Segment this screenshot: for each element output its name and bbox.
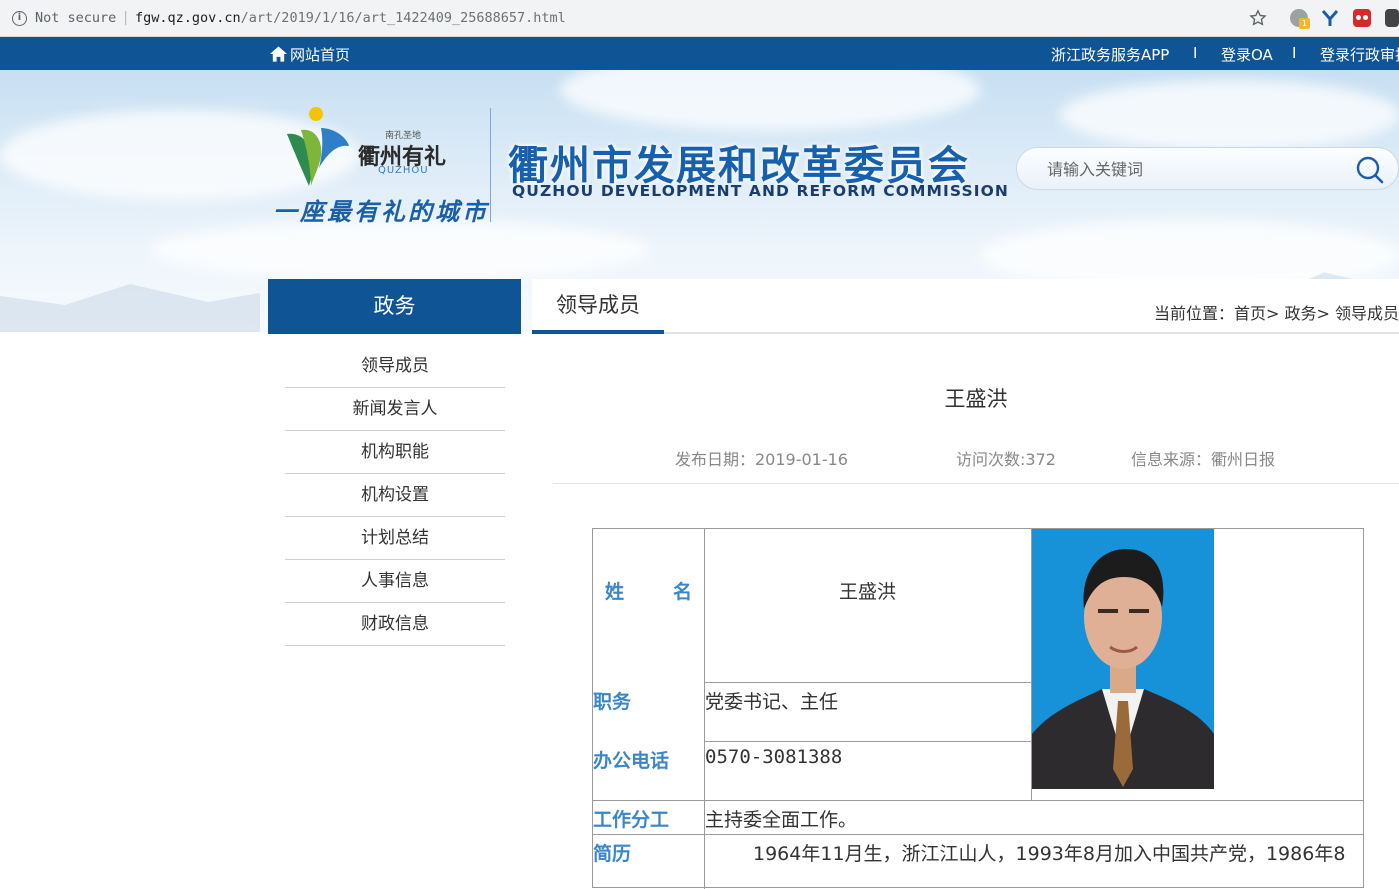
sidebar-menu: 领导成员 新闻发言人 机构职能 机构设置 计划总结 人事信息 财政信息 (285, 345, 505, 646)
phone-label: 办公电话 (593, 750, 670, 772)
article-meta: 发布日期：2019-01-16 访问次数:372 信息来源：衢州日报 (553, 446, 1399, 484)
extension-badge: 1 (1299, 18, 1310, 29)
sidebar-item-plans[interactable]: 计划总结 (285, 517, 505, 560)
logo-english: QUZHOU (378, 165, 429, 176)
top-navigation: 网站首页 浙江政务服务APP I 登录OA I 登录行政审批 (0, 37, 1399, 70)
address-separator: | (123, 10, 128, 26)
info-icon[interactable]: i (12, 10, 27, 26)
app-link[interactable]: 浙江政务服务APP (1051, 44, 1169, 65)
portrait-photo (1032, 529, 1214, 789)
home-link[interactable]: 网站首页 (290, 44, 350, 65)
name-value: 王盛洪 (838, 581, 896, 603)
bio-label: 简历 (593, 843, 632, 865)
nav-divider: I (1193, 44, 1198, 62)
search-icon[interactable] (1355, 155, 1385, 185)
profile-table: 姓 名 王盛洪 职务 党委书记、主任 办公电话 0570-3081388 工作分… (592, 528, 1364, 889)
sidebar-item-spokesperson[interactable]: 新闻发言人 (285, 388, 505, 431)
name-label-first: 姓 (605, 581, 625, 603)
dark-extension-icon[interactable] (1385, 9, 1399, 27)
city-slogan: 一座最有礼的城市 (273, 197, 489, 226)
bookmark-star-icon[interactable] (1249, 9, 1267, 27)
bio-value: 1964年11月生，浙江江山人，1993年8月加入中国共产党，1986年8 (753, 843, 1346, 865)
sidebar-item-finance[interactable]: 财政信息 (285, 603, 505, 646)
visit-count: 访问次数:372 (956, 450, 1056, 469)
search-input[interactable] (1047, 158, 1337, 180)
address-bar[interactable]: i Not secure | fgw.qz.gov.cn/art/2019/1/… (6, 5, 1276, 31)
article-title: 王盛洪 (944, 387, 1008, 411)
duty-label: 工作分工 (593, 809, 670, 831)
name-label-second: 名 (673, 581, 693, 603)
breadcrumb: 当前位置：首页> 政务> 领导成员 (1154, 304, 1399, 323)
post-label: 职务 (593, 691, 632, 713)
oa-login-link[interactable]: 登录OA (1221, 44, 1273, 65)
sidebar-item-personnel[interactable]: 人事信息 (285, 560, 505, 603)
sidebar-item-structure[interactable]: 机构设置 (285, 474, 505, 517)
url-path: /art/2019/1/16/art_1422409_25688657.html (240, 10, 566, 26)
sidebar-item-functions[interactable]: 机构职能 (285, 431, 505, 474)
security-status: Not secure (35, 10, 117, 26)
site-title-english: QUZHOU DEVELOPMENT AND REFORM COMMISSION (512, 182, 1009, 200)
extension-icon[interactable]: 1 (1290, 9, 1310, 29)
post-value: 党委书记、主任 (705, 691, 839, 713)
tab-leaders[interactable]: 领导成员 (532, 279, 664, 334)
logo-divider (490, 108, 491, 222)
search-box (1016, 147, 1399, 190)
y-extension-icon[interactable] (1322, 9, 1338, 27)
admin-login-link[interactable]: 登录行政审批 (1320, 44, 1399, 65)
red-extension-icon[interactable] (1353, 9, 1371, 27)
browser-toolbar: i Not secure | fgw.qz.gov.cn/art/2019/1/… (0, 0, 1399, 37)
url-host: fgw.qz.gov.cn (135, 10, 241, 26)
home-icon[interactable] (269, 45, 288, 63)
phone-value: 0570-3081388 (705, 746, 843, 768)
city-logo-icon (287, 107, 349, 186)
duty-value: 主持委全面工作。 (705, 809, 858, 831)
info-source: 信息来源：衢州日报 (1131, 450, 1276, 469)
content-header: 领导成员 当前位置：首页> 政务> 领导成员 (532, 279, 1399, 334)
nav-divider: I (1292, 44, 1297, 62)
sidebar-heading: 政务 (268, 279, 521, 334)
publish-date: 发布日期：2019-01-16 (675, 450, 848, 469)
sidebar-item-leaders[interactable]: 领导成员 (285, 345, 505, 388)
